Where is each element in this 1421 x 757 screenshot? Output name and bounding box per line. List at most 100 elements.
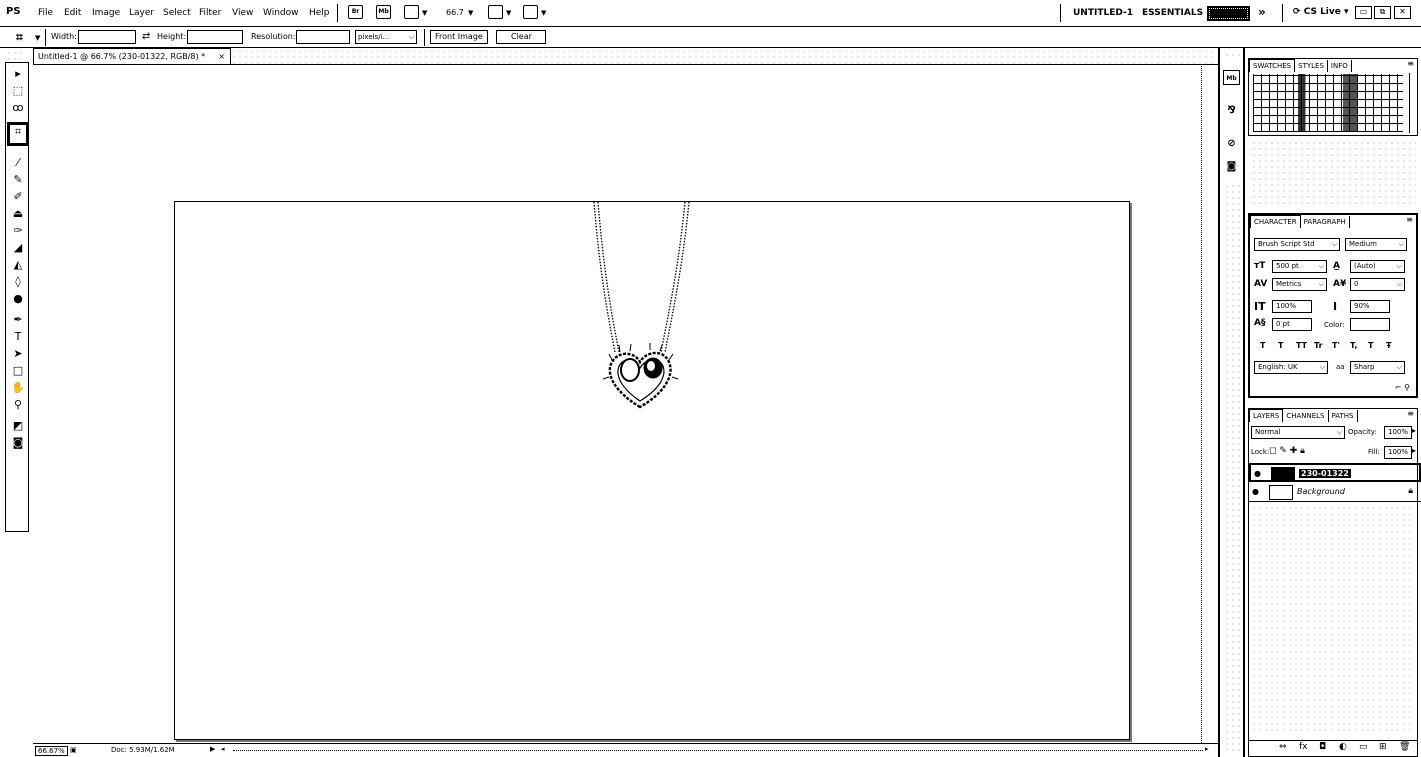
chevron-down-icon[interactable]: ▼	[422, 9, 427, 17]
swatches-scrollbar[interactable]	[1409, 73, 1415, 133]
tracking-field[interactable]: 0 ⌵	[1350, 278, 1405, 291]
extras-icon[interactable]	[404, 5, 419, 19]
navigator-panel-icon[interactable]: ⊘	[1223, 136, 1240, 151]
document-tab[interactable]: Untitled-1 @ 66.7% (230-01322, RGB/8) * …	[33, 48, 231, 64]
link-layers-icon[interactable]: ⇔	[1279, 742, 1287, 752]
font-style-select[interactable]: Medium ⌵	[1345, 238, 1407, 251]
tab-paths[interactable]: PATHS	[1329, 410, 1358, 422]
crop-tool-preset-icon[interactable]: ⌗	[16, 30, 23, 45]
type-style-button[interactable]: T	[1278, 341, 1283, 350]
shape-tool-icon[interactable]: □	[11, 364, 25, 378]
workspace-untitled[interactable]: UNTITLED-1	[1073, 8, 1133, 18]
toolbox-grip[interactable]	[6, 50, 26, 60]
arrange-documents-icon[interactable]	[488, 5, 503, 19]
scroll-left-icon[interactable]: ◂	[221, 745, 225, 753]
history-panel-icon[interactable]: ⅋	[1223, 103, 1240, 118]
type-tool-icon[interactable]: T	[11, 330, 25, 344]
height-field[interactable]	[187, 30, 243, 44]
delete-layer-icon[interactable]: 🗑	[1399, 742, 1410, 752]
width-field[interactable]	[78, 30, 136, 44]
horizontal-scrollbar[interactable]	[233, 750, 1203, 751]
type-style-button[interactable]: T	[1260, 341, 1265, 350]
lasso-tool-icon[interactable]: ꝏ	[11, 101, 25, 115]
panel-options-icon[interactable]: ⌐ ⚲	[1395, 383, 1410, 392]
quick-mask-icon[interactable]: ◙	[11, 436, 25, 450]
status-zoom[interactable]: 66.67%	[35, 746, 68, 756]
menu-image[interactable]: Image	[92, 8, 120, 18]
chevron-down-icon[interactable]: ▼	[506, 9, 511, 17]
language-select[interactable]: English: UK ⌵	[1254, 361, 1328, 374]
cs-live-button[interactable]: ⟳ CS Live ▾	[1293, 7, 1349, 17]
eyedropper-tool-icon[interactable]: ⁄	[11, 156, 25, 170]
tab-character[interactable]: CHARACTER	[1250, 215, 1301, 228]
layer-row[interactable]: ● 230-01322	[1249, 463, 1421, 482]
close-button[interactable]: ✕	[1394, 6, 1411, 19]
bridge-icon[interactable]: Br	[348, 5, 363, 19]
resolution-field[interactable]	[296, 30, 350, 44]
scroll-right-icon[interactable]: ▸	[1205, 745, 1209, 753]
document-workspace[interactable]	[33, 64, 1218, 743]
panel-menu-icon[interactable]: ≡	[1407, 409, 1414, 418]
tab-layers[interactable]: LAYERS	[1249, 409, 1284, 422]
new-group-icon[interactable]: ▭	[1359, 742, 1368, 752]
adjustment-layer-icon[interactable]: ◐	[1339, 742, 1347, 752]
opacity-slider-icon[interactable]: ▸	[1412, 426, 1416, 435]
tab-styles[interactable]: STYLES	[1295, 60, 1328, 72]
type-style-button[interactable]: T,	[1350, 341, 1357, 350]
workspace-essentials[interactable]: ESSENTIALS	[1142, 8, 1203, 18]
layer-row[interactable]: ● Background 🔒︎	[1249, 483, 1421, 502]
blur-tool-icon[interactable]: ◊	[11, 275, 25, 289]
layer-name[interactable]: Background	[1297, 487, 1345, 496]
healing-brush-tool-icon[interactable]: ✎	[11, 173, 25, 187]
vertical-scale-field[interactable]: 100%	[1272, 300, 1312, 313]
hand-tool-icon[interactable]: ✋	[11, 381, 25, 395]
opacity-field[interactable]: 100%	[1384, 426, 1412, 439]
menu-edit[interactable]: Edit	[64, 8, 81, 18]
minimize-button[interactable]: ▭	[1355, 6, 1372, 19]
visibility-eye-icon[interactable]: ●	[1252, 487, 1259, 496]
close-icon[interactable]: ×	[218, 49, 225, 64]
history-brush-tool-icon[interactable]: ✑	[11, 224, 25, 238]
more-workspaces-icon[interactable]: »	[1258, 5, 1266, 19]
tab-info[interactable]: INFO	[1328, 60, 1352, 72]
leading-field[interactable]: (Auto) ⌵	[1350, 260, 1405, 273]
zoom-tool-icon[interactable]: ⚲	[11, 398, 25, 412]
tab-paragraph[interactable]: PARAGRAPH	[1301, 216, 1350, 228]
path-selection-tool-icon[interactable]: ➤	[11, 347, 25, 361]
strip-grip[interactable]	[1224, 52, 1240, 60]
mini-bridge-icon[interactable]: Mb	[376, 5, 391, 19]
panel-menu-icon[interactable]: ≡	[1407, 59, 1414, 68]
layer-mask-icon[interactable]: ◘	[1319, 742, 1326, 752]
move-tool-icon[interactable]: ▸	[11, 67, 25, 81]
tab-channels[interactable]: CHANNELS	[1283, 410, 1329, 422]
baseline-shift-field[interactable]: 0 pt	[1272, 318, 1312, 331]
blend-mode-select[interactable]: Normal ⌵	[1251, 426, 1345, 439]
status-menu-icon[interactable]: ▶	[210, 745, 215, 753]
screen-mode-icon[interactable]	[523, 5, 538, 19]
mini-bridge-panel-icon[interactable]: Mb	[1223, 70, 1240, 85]
layer-name[interactable]: 230-01322	[1299, 469, 1351, 478]
type-style-button[interactable]: T'	[1332, 341, 1340, 350]
zoom-level[interactable]: 66.7	[446, 8, 464, 17]
type-style-button[interactable]: T	[1368, 341, 1373, 350]
chevron-down-icon[interactable]: ▼	[468, 9, 473, 17]
text-color-swatch[interactable]	[1350, 318, 1390, 331]
menu-help[interactable]: Help	[309, 8, 330, 18]
type-style-button[interactable]: Ŧ	[1386, 341, 1391, 350]
dodge-tool-icon[interactable]: ●	[11, 292, 25, 306]
clone-stamp-tool-icon[interactable]: ⏏	[11, 207, 25, 221]
restore-button[interactable]: ⧉	[1374, 6, 1391, 19]
new-layer-icon[interactable]: ⊞	[1379, 742, 1387, 752]
tab-swatches[interactable]: SWATCHES	[1249, 59, 1296, 72]
front-image-button[interactable]: Front Image	[430, 30, 488, 44]
font-size-field[interactable]: 500 pt ⌵	[1272, 260, 1327, 273]
horizontal-scale-field[interactable]: 90%	[1350, 300, 1390, 313]
menu-filter[interactable]: Filter	[199, 8, 221, 18]
antialias-select[interactable]: Sharp ⌵	[1350, 361, 1405, 374]
workspace-active-button[interactable]	[1207, 6, 1250, 21]
menu-select[interactable]: Select	[163, 8, 191, 18]
crop-tool-icon[interactable]: ⌗	[7, 122, 29, 146]
paint-bucket-tool-icon[interactable]: ◭	[11, 258, 25, 272]
resolution-units-select[interactable]: pixels/i... ⌵	[355, 30, 417, 44]
chevron-down-icon[interactable]: ▼	[35, 34, 40, 42]
